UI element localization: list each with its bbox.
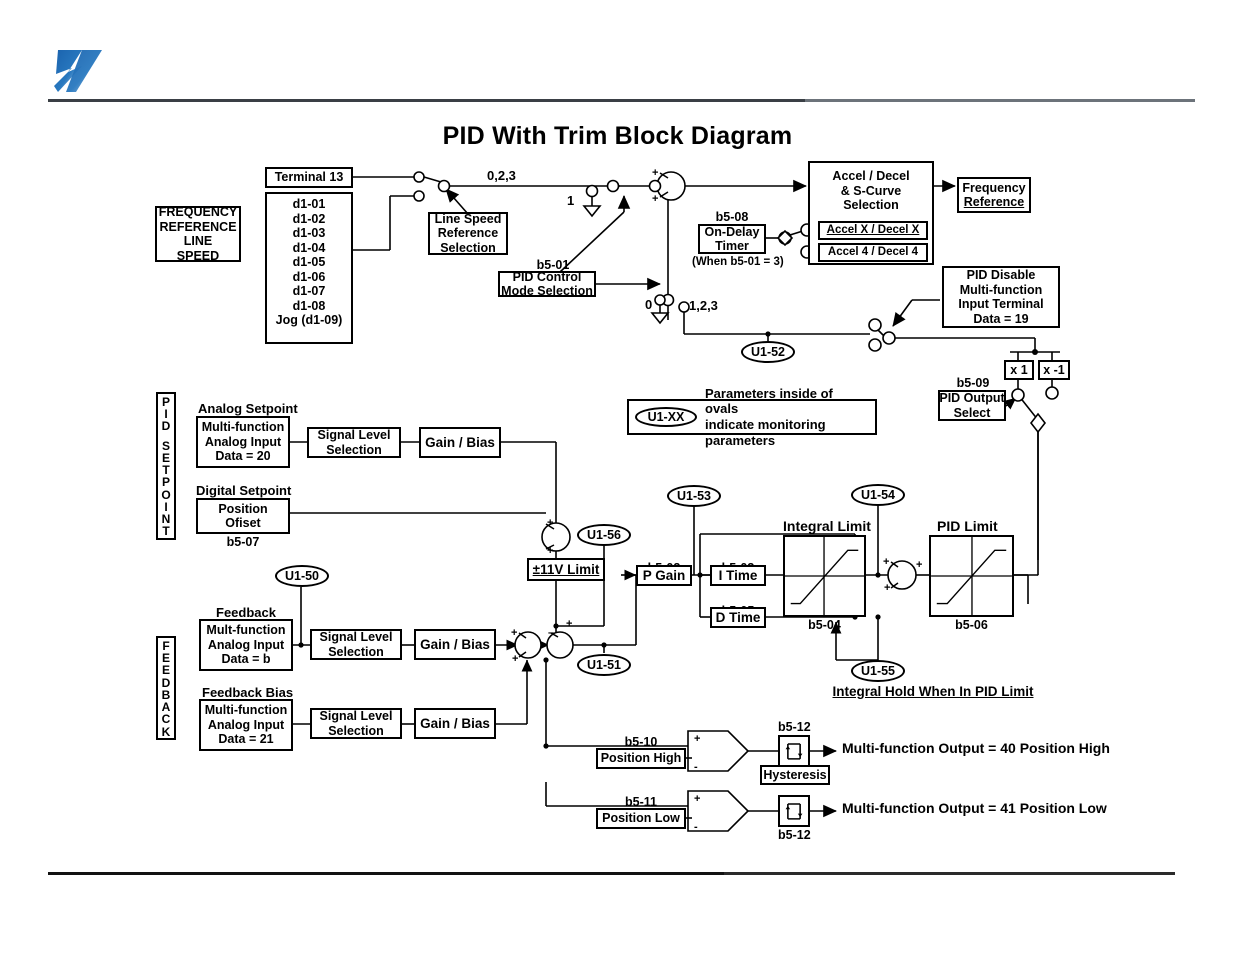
b5-12-caption-high: b5-12 xyxy=(778,720,811,734)
pid-limit-graph xyxy=(929,535,1014,617)
monitor-u1-56: U1-56 xyxy=(577,524,631,546)
position-high-output-text: Multi-function Output = 40 Position High xyxy=(842,740,1110,756)
accel-x-decel-x-option[interactable]: Accel X / Decel X xyxy=(818,221,928,240)
monitor-u1-54: U1-54 xyxy=(851,484,905,506)
frequency-reference-label: FREQUENCY REFERENCE LINE SPEED xyxy=(155,205,241,263)
hysteresis-block-low xyxy=(778,795,810,827)
legend-text: Parameters inside of ovals indicate moni… xyxy=(705,386,867,448)
svg-text:+: + xyxy=(547,545,553,557)
analog-setpoint-heading: Analog Setpoint xyxy=(198,401,298,416)
feedback-bias-analog-input: Multi-function Analog Input Data = 21 xyxy=(199,699,293,751)
position-high-block: Position High xyxy=(596,748,686,769)
monitor-u1-53: U1-53 xyxy=(667,485,721,507)
svg-text:+: + xyxy=(884,582,890,594)
integral-limit-graph xyxy=(783,535,866,617)
setpoint-gain-bias: Gain / Bias xyxy=(419,427,501,458)
legend-oval-sample: U1-XX xyxy=(635,407,697,427)
pid-output-select: PID Output Select xyxy=(938,390,1006,421)
feedback-bias-signal-level-selection: Signal Level Selection xyxy=(310,708,402,739)
svg-text:-: - xyxy=(694,761,698,773)
feedback-analog-input: Mult-function Analog Input Data = b xyxy=(199,619,293,671)
svg-text:+: + xyxy=(566,618,572,630)
svg-text:+: + xyxy=(883,556,889,568)
feedback-heading: Feedback xyxy=(216,605,276,620)
i-time-block: I Time xyxy=(710,565,766,586)
branch-label-1: 1 xyxy=(567,193,575,208)
eleven-volt-limit: ±11V Limit xyxy=(527,558,605,581)
monitor-u1-50: U1-50 xyxy=(275,565,329,587)
svg-text:+: + xyxy=(511,627,517,639)
svg-text:+: + xyxy=(694,733,700,745)
b5-08-caption: b5-08 xyxy=(715,210,749,224)
b5-11-caption: b5-11 xyxy=(625,795,657,809)
position-low-block: Position Low xyxy=(596,808,686,829)
monitor-u1-52: U1-52 xyxy=(741,341,795,363)
diagram-page: PID With Trim Block Diagram + + + + + + … xyxy=(0,0,1235,954)
pid-disable-input-terminal: PID Disable Multi-function Input Termina… xyxy=(942,266,1060,328)
feedback-side-label: FEE DBA CK xyxy=(156,636,176,740)
pid-setpoint-side-label: PID SET POI NT xyxy=(156,392,176,540)
b5-07-caption: b5-07 xyxy=(226,535,260,549)
hysteresis-block-high xyxy=(778,735,810,767)
monitor-u1-51: U1-51 xyxy=(577,654,631,676)
pid-limit-title: PID Limit xyxy=(937,518,998,534)
d-time-block: D Time xyxy=(710,607,766,628)
feedback-bias-heading: Feedback Bias xyxy=(202,685,294,700)
position-low-output-text: Multi-function Output = 41 Position Low xyxy=(842,800,1107,816)
frequency-reference-output: Frequency Reference xyxy=(957,177,1031,213)
pid-control-mode-selection: PID Control Mode Selection xyxy=(498,270,596,298)
b5-04-caption: b5-04 xyxy=(808,618,841,632)
legend-line-1: Parameters inside of ovals xyxy=(705,385,833,417)
b5-10-caption: b5-10 xyxy=(624,735,658,749)
on-delay-timer: On-Delay Timer xyxy=(698,224,766,254)
branch-label-023: 0,2,3 xyxy=(487,168,516,183)
b5-06-caption: b5-06 xyxy=(955,618,988,632)
branch-label-123: 1,2,3 xyxy=(689,298,718,313)
accel-4-decel-4-option[interactable]: Accel 4 / Decel 4 xyxy=(818,243,928,262)
branch-label-0: 0 xyxy=(645,297,653,312)
analog-setpoint-input: Multi-function Analog Input Data = 20 xyxy=(196,416,290,468)
p-gain-block: P Gain xyxy=(636,565,692,586)
setpoint-signal-level-selection: Signal Level Selection xyxy=(307,427,401,458)
svg-text:-: - xyxy=(694,821,698,833)
integral-hold-note: Integral Hold When In PID Limit xyxy=(833,681,1034,702)
b5-09-caption: b5-09 xyxy=(956,376,990,390)
digital-setpoint-heading: Digital Setpoint xyxy=(196,483,292,498)
legend-line-2: indicate monitoring parameters xyxy=(705,417,826,448)
d1-parameter-list: d1-01 d1-02 d1-03 d1-04 d1-05 d1-06 d1-0… xyxy=(265,192,353,344)
svg-text:–: – xyxy=(548,627,554,639)
position-offset-block: Position Ofiset xyxy=(196,498,290,534)
svg-text:+: + xyxy=(694,793,700,805)
svg-text:+: + xyxy=(652,193,658,205)
svg-text:+: + xyxy=(916,559,922,571)
hysteresis-label: Hysteresis xyxy=(760,765,830,785)
b5-12-caption-low: b5-12 xyxy=(778,828,811,842)
svg-text:+: + xyxy=(547,517,553,529)
on-delay-timer-condition: (When b5-01 = 3) xyxy=(692,256,784,268)
feedback-bias-gain-bias: Gain / Bias xyxy=(414,708,496,739)
integral-limit-title: Integral Limit xyxy=(783,518,871,534)
gain-negative-one[interactable]: x -1 xyxy=(1038,360,1070,380)
feedback-gain-bias: Gain / Bias xyxy=(414,629,496,660)
terminal-13-block[interactable]: Terminal 13 xyxy=(265,167,353,188)
line-speed-reference-selection: Line Speed Reference Selection xyxy=(428,212,508,255)
svg-text:+: + xyxy=(512,653,518,665)
feedback-signal-level-selection: Signal Level Selection xyxy=(310,629,402,660)
legend-box: U1-XX Parameters inside of ovals indicat… xyxy=(627,386,877,448)
monitor-u1-55: U1-55 xyxy=(851,660,905,682)
gain-positive-one[interactable]: x 1 xyxy=(1004,360,1034,380)
svg-text:+: + xyxy=(652,167,658,179)
